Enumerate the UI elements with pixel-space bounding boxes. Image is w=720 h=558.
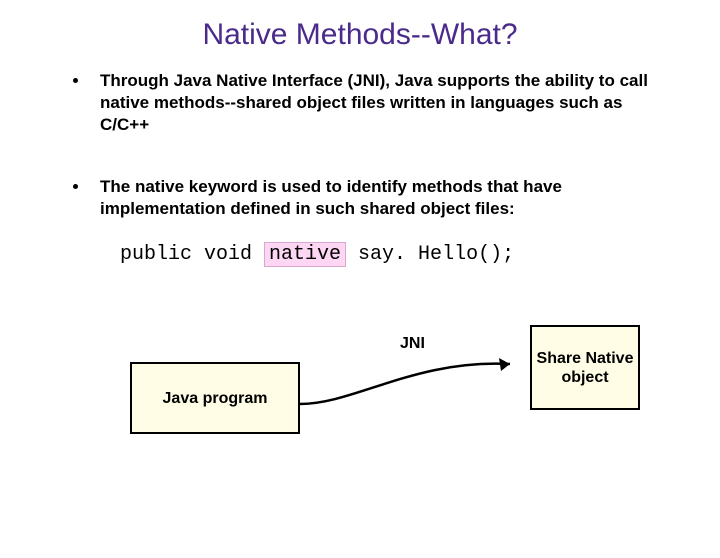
diagram-box-left: Java program bbox=[130, 362, 300, 434]
jni-diagram: Java program Share Native object JNI bbox=[100, 307, 670, 457]
bullet-1: Through Java Native Interface (JNI), Jav… bbox=[90, 70, 670, 136]
bullet-2: The native keyword is used to identify m… bbox=[90, 176, 670, 220]
code-example: public void native say. Hello(); bbox=[120, 242, 670, 267]
arrow-icon bbox=[295, 349, 545, 419]
diagram-box-right: Share Native object bbox=[530, 325, 640, 410]
code-prefix: public void bbox=[120, 243, 264, 266]
code-highlight: native bbox=[264, 242, 346, 267]
code-suffix: say. Hello(); bbox=[346, 243, 514, 266]
slide-title: Native Methods--What? bbox=[0, 18, 720, 52]
slide-body: Through Java Native Interface (JNI), Jav… bbox=[0, 70, 720, 457]
